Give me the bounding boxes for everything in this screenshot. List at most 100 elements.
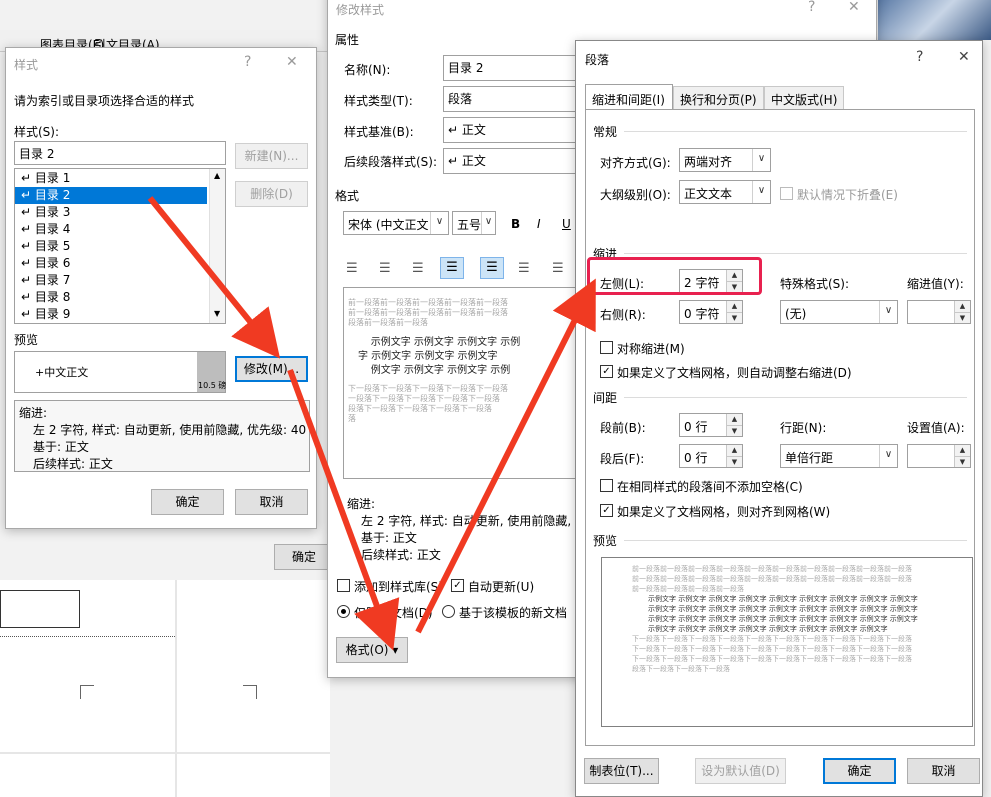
collapse-default-checkbox[interactable] bbox=[780, 187, 793, 200]
line-spacing-label: 行距(N): bbox=[780, 421, 827, 435]
bold-button[interactable]: B bbox=[511, 217, 520, 231]
style-name-input[interactable]: 目录 2 bbox=[14, 141, 226, 165]
style-item-label: 目录 6 bbox=[34, 256, 71, 270]
add-to-gallery-checkbox[interactable] bbox=[337, 579, 350, 592]
alignment-select[interactable]: 两端对齐 ∨ bbox=[679, 148, 771, 172]
close-icon[interactable]: ✕ bbox=[848, 0, 860, 15]
document-table-cell bbox=[0, 590, 80, 628]
based-on-select[interactable]: ↵ 正文 bbox=[443, 117, 583, 143]
list-scrollbar[interactable]: ▲ ▼ bbox=[209, 169, 225, 323]
help-icon[interactable]: ? bbox=[808, 0, 815, 15]
spin-up-icon[interactable]: ▲ bbox=[954, 445, 970, 456]
space-after-spinner[interactable]: 0 行 ▲ ▼ bbox=[679, 444, 743, 468]
style-cancel-button[interactable]: 取消 bbox=[235, 489, 308, 515]
divider bbox=[624, 540, 967, 541]
line-spacing-2-icon[interactable]: ☰ bbox=[552, 261, 564, 276]
chevron-down-icon: ∨ bbox=[752, 149, 770, 171]
spin-down-icon[interactable]: ▼ bbox=[954, 456, 970, 467]
align-right-icon[interactable]: ☰ bbox=[412, 261, 424, 276]
spin-down-icon[interactable]: ▼ bbox=[954, 312, 970, 323]
at-spinner[interactable]: ▲ ▼ bbox=[907, 444, 971, 468]
mirror-indent-checkbox[interactable] bbox=[600, 341, 613, 354]
spin-down-icon[interactable]: ▼ bbox=[726, 456, 742, 467]
special-format-select[interactable]: (无) ∨ bbox=[780, 300, 898, 324]
scroll-down-icon[interactable]: ▼ bbox=[214, 309, 220, 318]
desc-line: 基于: 正文 bbox=[361, 531, 417, 545]
only-this-doc-radio[interactable] bbox=[337, 605, 350, 618]
delete-style-button[interactable]: 删除(D) bbox=[235, 181, 308, 207]
spin-down-icon[interactable]: ▼ bbox=[726, 312, 742, 323]
justify-icon[interactable]: ☰ bbox=[440, 257, 464, 279]
spin-up-icon[interactable]: ▲ bbox=[954, 301, 970, 312]
underline-button[interactable]: U bbox=[562, 217, 571, 231]
style-dialog-titlebar: 样式 ? ✕ bbox=[6, 48, 316, 78]
right-indent-spinner[interactable]: 0 字符 ▲ ▼ bbox=[679, 300, 743, 324]
style-list-item[interactable]: ↵ 目录 9 bbox=[15, 306, 207, 323]
style-list-item[interactable]: ↵ 目录 6 bbox=[15, 255, 207, 272]
new-style-button[interactable]: 新建(N)... bbox=[235, 143, 308, 169]
spin-up-icon[interactable]: ▲ bbox=[726, 301, 742, 312]
format-dropdown-button[interactable]: 格式(O) ▾ bbox=[336, 637, 408, 663]
type-select[interactable]: 段落 bbox=[443, 86, 583, 112]
style-list[interactable]: ↵ 目录 1 ↵ 目录 2 ↵ 目录 3 ↵ 目录 4 ↵ 目录 5 ↵ 目录 6 ↵ 目录… bbox=[14, 168, 226, 324]
set-default-button[interactable]: 设为默认值(D) bbox=[695, 758, 786, 784]
auto-update-checkbox[interactable]: ✓ bbox=[451, 579, 464, 592]
template-doc-radio[interactable] bbox=[442, 605, 455, 618]
tab-line-page-breaks[interactable]: 换行和分页(P) bbox=[673, 86, 764, 110]
align-left-icon[interactable]: ☰ bbox=[346, 261, 358, 276]
tab-asian-typography[interactable]: 中文版式(H) bbox=[764, 86, 844, 110]
paragraph-cancel-button[interactable]: 取消 bbox=[907, 758, 980, 784]
special-format-label: 特殊格式(S): bbox=[780, 277, 850, 291]
name-input[interactable]: 目录 2 bbox=[443, 55, 583, 81]
tab-indent-spacing[interactable]: 缩进和间距(I) bbox=[585, 84, 673, 110]
help-icon[interactable]: ? bbox=[244, 54, 251, 70]
italic-button[interactable]: I bbox=[537, 217, 541, 231]
help-icon[interactable]: ? bbox=[916, 49, 923, 65]
tabs-button[interactable]: 制表位(T)... bbox=[584, 758, 659, 784]
spin-down-icon[interactable]: ▼ bbox=[726, 425, 742, 436]
chevron-down-icon: ∨ bbox=[879, 445, 897, 467]
align-center-icon[interactable]: ☰ bbox=[379, 261, 391, 276]
preview-header: 预览 bbox=[593, 534, 618, 548]
modify-button[interactable]: 修改(M)... bbox=[235, 356, 308, 382]
auto-adjust-checkbox[interactable]: ✓ bbox=[600, 365, 613, 378]
style-list-item[interactable]: ↵ 目录 8 bbox=[15, 289, 207, 306]
close-icon[interactable]: ✕ bbox=[286, 54, 298, 70]
indent-by-label: 缩进值(Y): bbox=[907, 277, 964, 291]
highlight-box bbox=[587, 257, 762, 295]
scroll-up-icon[interactable]: ▲ bbox=[214, 171, 220, 180]
auto-update-label: 自动更新(U) bbox=[468, 580, 535, 594]
next-style-label: 后续段落样式(S): bbox=[344, 155, 438, 169]
tab-label: 缩进和间距(I) bbox=[592, 93, 665, 107]
space-before-value: 0 行 bbox=[684, 420, 708, 434]
size-select[interactable]: 五号 ∨ bbox=[452, 211, 496, 235]
spin-up-icon[interactable]: ▲ bbox=[726, 445, 742, 456]
preview-size-badge: 10.5 磅 bbox=[197, 352, 226, 392]
style-item-label: 目录 3 bbox=[34, 205, 71, 219]
outline-level-select[interactable]: 正文文本 ∨ bbox=[679, 180, 771, 204]
space-before-spinner[interactable]: 0 行 ▲ ▼ bbox=[679, 413, 743, 437]
line-spacing-15-icon[interactable]: ☰ bbox=[518, 261, 530, 276]
indent-by-spinner[interactable]: ▲ ▼ bbox=[907, 300, 971, 324]
no-space-same-style-checkbox[interactable] bbox=[600, 479, 613, 492]
spin-up-icon[interactable]: ▲ bbox=[726, 414, 742, 425]
based-on-label: 样式基准(B): bbox=[344, 125, 414, 139]
alignment-label: 对齐方式(G): bbox=[600, 156, 671, 170]
style-list-item[interactable]: ↵ 目录 3 bbox=[15, 204, 207, 221]
next-style-select[interactable]: ↵ 正文 bbox=[443, 148, 583, 174]
close-icon[interactable]: ✕ bbox=[958, 49, 970, 65]
style-list-item[interactable]: ↵ 目录 4 bbox=[15, 221, 207, 238]
line-spacing-select[interactable]: 单倍行距 ∨ bbox=[780, 444, 898, 468]
style-list-item[interactable]: ↵ 目录 5 bbox=[15, 238, 207, 255]
style-list-item[interactable]: ↵ 目录 2 bbox=[15, 187, 207, 204]
style-ok-button[interactable]: 确定 bbox=[151, 489, 224, 515]
paragraph-ok-button[interactable]: 确定 bbox=[823, 758, 896, 784]
background-ok-button[interactable]: 确定 bbox=[274, 544, 334, 570]
style-list-item[interactable]: ↵ 目录 1 bbox=[15, 170, 207, 187]
font-select[interactable]: 宋体 (中文正文 ∨ bbox=[343, 211, 449, 235]
line-spacing-1-icon[interactable]: ☰ bbox=[480, 257, 504, 279]
style-list-item[interactable]: ↵ 目录 7 bbox=[15, 272, 207, 289]
name-label: 名称(N): bbox=[344, 63, 391, 77]
snap-to-grid-checkbox[interactable]: ✓ bbox=[600, 504, 613, 517]
paragraph-style-icon: ↵ bbox=[21, 171, 35, 185]
